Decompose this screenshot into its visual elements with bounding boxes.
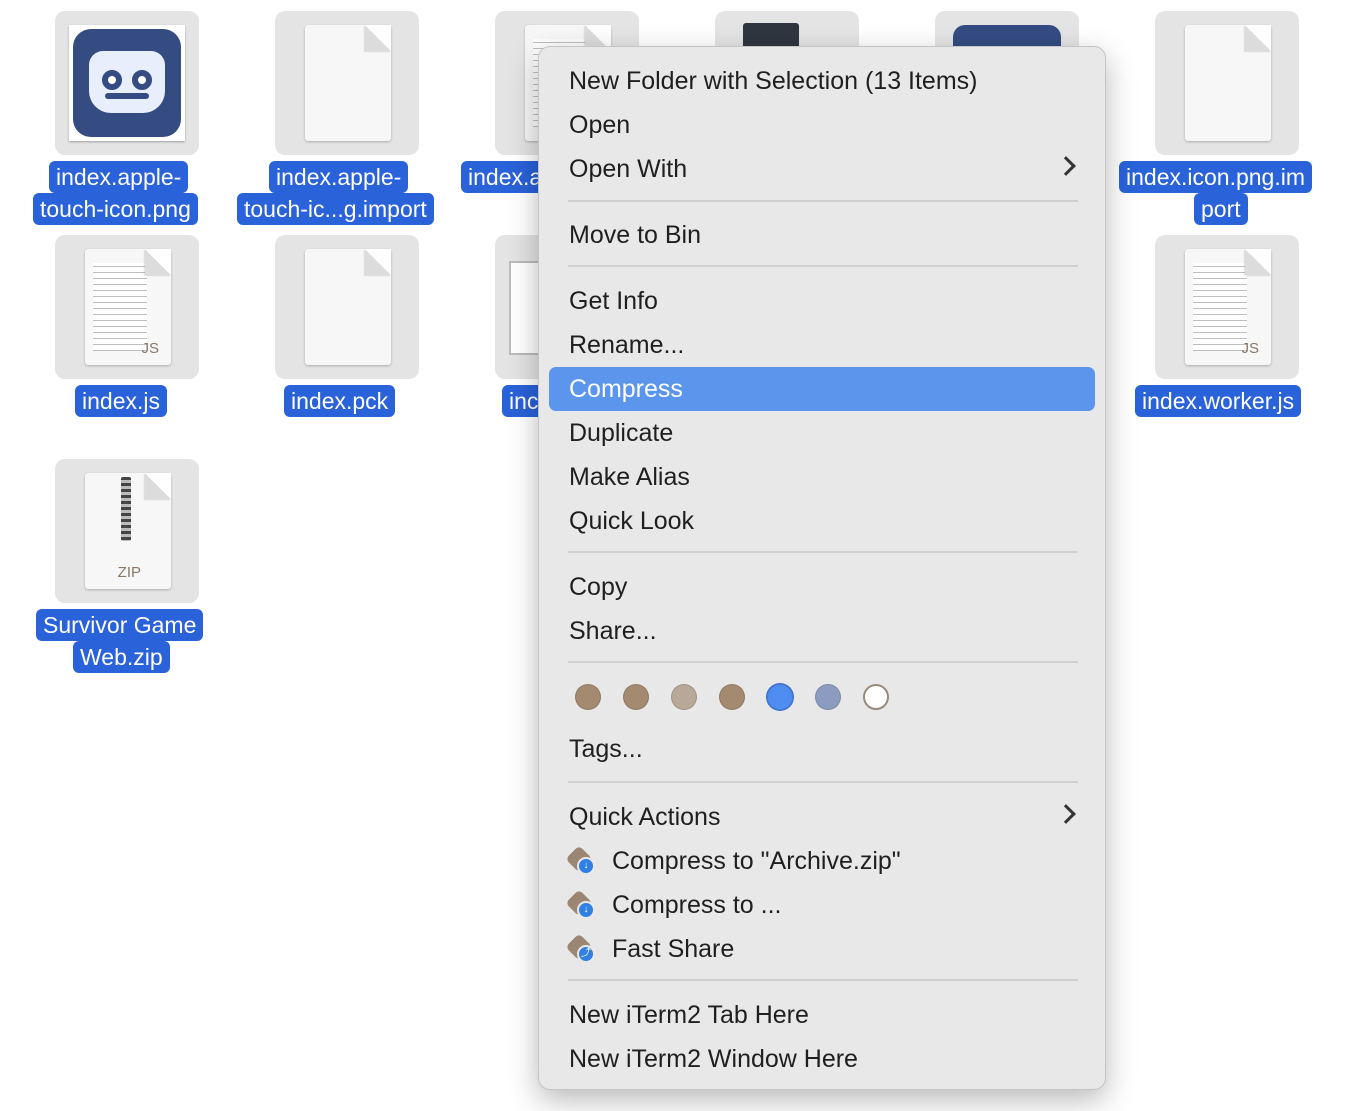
menu-item-new-iterm2-window-here[interactable]: New iTerm2 Window Here (549, 1037, 1095, 1081)
menu-item-get-info[interactable]: Get Info (549, 279, 1095, 323)
menu-item-open[interactable]: Open (549, 103, 1095, 147)
file-thumbnail-index-pck[interactable] (275, 235, 419, 379)
file-label-index-js[interactable]: index.js (75, 385, 167, 417)
file-label-survivor-zip-line2[interactable]: Web.zip (73, 641, 170, 673)
compress-app-icon: ↓ (565, 845, 595, 875)
menu-separator (568, 781, 1078, 783)
tag-color-dot[interactable] (815, 684, 841, 710)
file-label-apple-touch-import-line2[interactable]: touch-ic...g.import (237, 193, 434, 225)
menu-item-new-iterm2-tab-here[interactable]: New iTerm2 Tab Here (549, 993, 1095, 1037)
menu-item-new-folder-with-selection[interactable]: New Folder with Selection (13 Items) (549, 59, 1095, 103)
file-label-index-worker-js[interactable]: index.worker.js (1135, 385, 1302, 417)
menu-item-share[interactable]: Share... (549, 609, 1095, 653)
menu-item-quick-look[interactable]: Quick Look (549, 499, 1095, 543)
tag-color-dot[interactable] (767, 684, 793, 710)
document-icon (1185, 25, 1271, 141)
menu-item-tags[interactable]: Tags... (549, 727, 1095, 771)
file-label-index-pck[interactable]: index.pck (284, 385, 396, 417)
menu-item-rename[interactable]: Rename... (549, 323, 1095, 367)
document-icon (305, 249, 391, 365)
file-label-index-a[interactable]: index.a (461, 161, 547, 193)
javascript-file-icon: JS (1185, 249, 1271, 365)
tag-color-dot[interactable] (719, 684, 745, 710)
menu-item-copy[interactable]: Copy (549, 565, 1095, 609)
file-thumbnail-index-js[interactable]: JS (55, 235, 199, 379)
menu-item-compress-to[interactable]: ↓ Compress to ... (549, 883, 1095, 927)
context-menu: New Folder with Selection (13 Items) Ope… (538, 46, 1106, 1090)
file-label-icon-png-import-line1[interactable]: index.icon.png.im (1119, 161, 1312, 193)
compress-app-icon: ↓ (565, 889, 595, 919)
file-label-apple-touch-import-line1[interactable]: index.apple- (269, 161, 409, 193)
menu-separator (568, 661, 1078, 663)
javascript-file-icon: JS (85, 249, 171, 365)
file-thumbnail-icon-png-import[interactable] (1155, 11, 1299, 155)
menu-item-open-with[interactable]: Open With (549, 147, 1095, 191)
share-app-icon: ⤴ (565, 933, 595, 963)
menu-item-compress[interactable]: Compress (549, 367, 1095, 411)
file-label-apple-touch-icon-line2[interactable]: touch-icon.png (33, 193, 198, 225)
file-thumbnail-apple-touch-icon[interactable] (55, 11, 199, 155)
godot-icon (69, 25, 185, 141)
menu-separator (568, 551, 1078, 553)
menu-separator (568, 200, 1078, 202)
file-label-apple-touch-icon-line1[interactable]: index.apple- (49, 161, 189, 193)
menu-separator (568, 979, 1078, 981)
tag-color-dot[interactable] (863, 684, 889, 710)
file-thumbnail-apple-touch-import[interactable] (275, 11, 419, 155)
file-thumbnail-survivor-zip[interactable]: ZIP (55, 459, 199, 603)
tag-color-dot[interactable] (671, 684, 697, 710)
menu-item-quick-actions[interactable]: Quick Actions (549, 795, 1095, 839)
menu-separator (568, 265, 1078, 267)
chevron-right-icon (1056, 156, 1076, 176)
zipper-icon (121, 477, 131, 541)
tag-color-dot[interactable] (575, 684, 601, 710)
menu-item-duplicate[interactable]: Duplicate (549, 411, 1095, 455)
file-thumbnail-index-worker-js[interactable]: JS (1155, 235, 1299, 379)
menu-item-move-to-bin[interactable]: Move to Bin (549, 213, 1095, 257)
chevron-right-icon (1056, 804, 1076, 824)
menu-item-compress-to-archive-zip[interactable]: ↓ Compress to "Archive.zip" (549, 839, 1095, 883)
tag-color-dot[interactable] (623, 684, 649, 710)
zip-file-icon: ZIP (85, 473, 171, 589)
menu-item-make-alias[interactable]: Make Alias (549, 455, 1095, 499)
menu-item-fast-share[interactable]: ⤴ Fast Share (549, 927, 1095, 971)
file-label-icon-png-import-line2[interactable]: port (1194, 193, 1248, 225)
document-icon (305, 25, 391, 141)
file-label-survivor-zip-line1[interactable]: Survivor Game (36, 609, 204, 641)
